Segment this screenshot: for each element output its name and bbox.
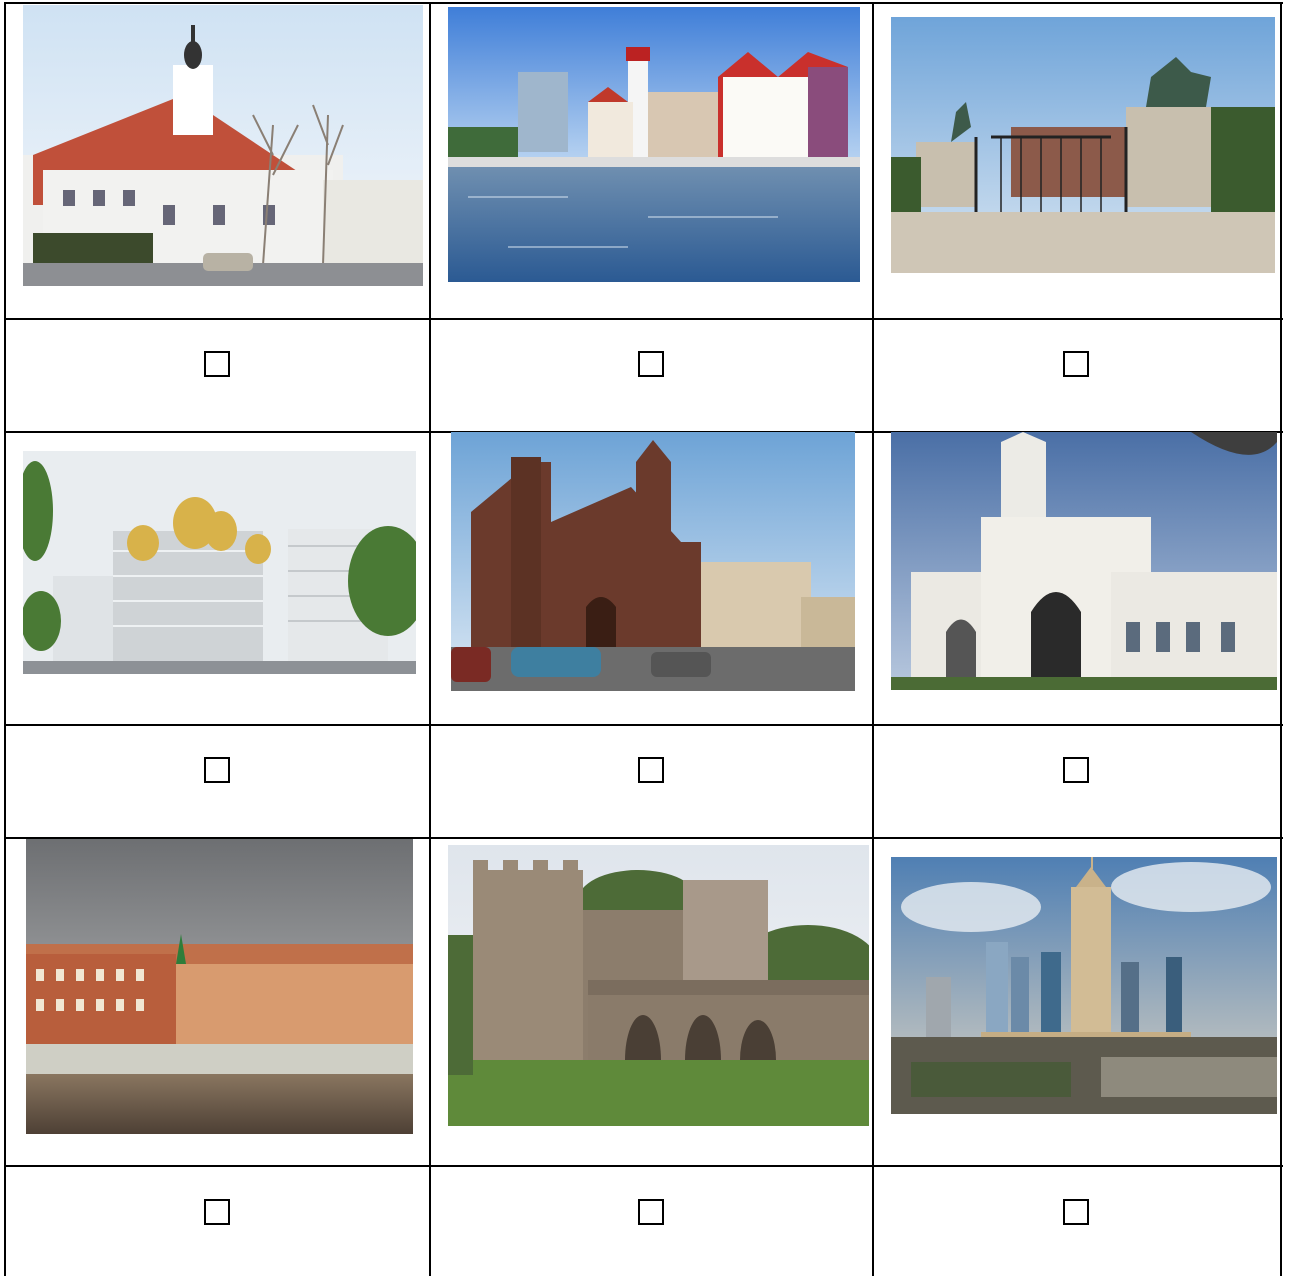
table-border-top bbox=[4, 2, 1283, 4]
checkbox-r1-c2[interactable] bbox=[638, 351, 664, 377]
table-border-left bbox=[4, 2, 6, 1276]
riverside-fish-village-lighthouse-photo bbox=[448, 7, 860, 282]
table-divider-col-1 bbox=[429, 2, 431, 1276]
city-skyline-palace-of-culture-photo bbox=[891, 857, 1277, 1114]
table-divider-row-3 bbox=[4, 724, 1283, 726]
checkbox-r2-c3[interactable] bbox=[1063, 757, 1089, 783]
embankment-red-brick-buildings-photo bbox=[26, 839, 413, 1134]
gothic-white-palace-photo bbox=[891, 432, 1277, 690]
checkbox-r3-c1[interactable] bbox=[204, 1199, 230, 1225]
table-divider-row-5 bbox=[4, 1165, 1283, 1167]
table-divider-row-1 bbox=[4, 318, 1283, 320]
modern-orthodox-cathedral-rendering-photo bbox=[23, 451, 416, 674]
park-gate-equestrian-statues-photo bbox=[891, 17, 1275, 273]
checkbox-r1-c1[interactable] bbox=[204, 351, 230, 377]
brick-catholic-church-photo bbox=[451, 432, 855, 691]
checkbox-r1-c3[interactable] bbox=[1063, 351, 1089, 377]
church-with-red-roof-photo bbox=[23, 5, 423, 286]
table-border-right bbox=[1280, 2, 1282, 1276]
checkbox-r3-c3[interactable] bbox=[1063, 1199, 1089, 1225]
checkbox-r2-c2[interactable] bbox=[638, 757, 664, 783]
checkbox-r2-c1[interactable] bbox=[204, 757, 230, 783]
checkbox-r3-c2[interactable] bbox=[638, 1199, 664, 1225]
stone-fortress-bridge-photo bbox=[448, 845, 869, 1126]
table-divider-col-2 bbox=[872, 2, 874, 1276]
